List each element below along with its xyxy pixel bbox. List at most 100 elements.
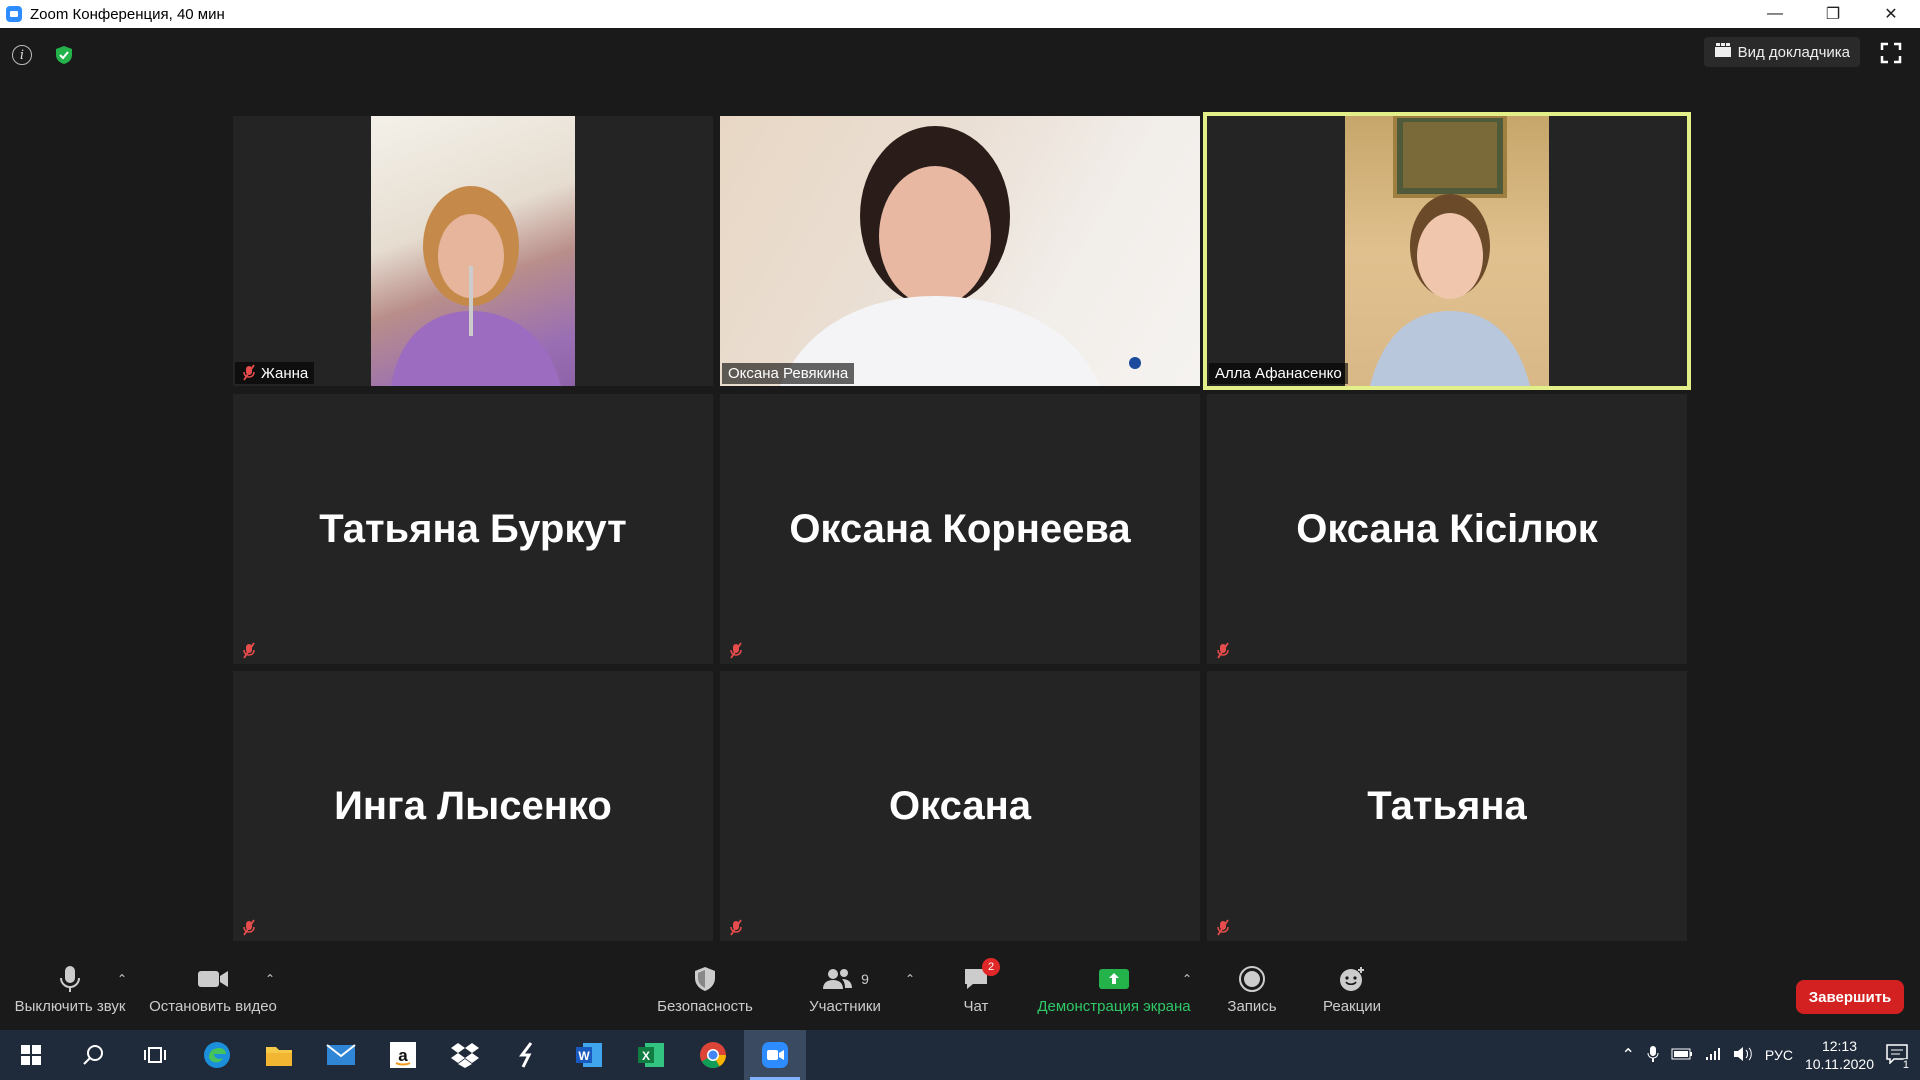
chat-button[interactable]: 2 Чат (950, 958, 1002, 1015)
speaker-view-label: Вид докладчика (1737, 43, 1850, 61)
participant-tile[interactable]: Оксана Ревякина (720, 116, 1200, 386)
mute-button[interactable]: Выключить звук (12, 960, 128, 1015)
chat-label: Чат (963, 998, 989, 1015)
security-label: Безопасность (657, 998, 753, 1015)
fullscreen-icon[interactable] (1880, 42, 1902, 64)
dropbox-icon[interactable] (434, 1030, 496, 1080)
app-s-icon[interactable] (496, 1030, 558, 1080)
security-button[interactable]: Безопасность (655, 960, 755, 1015)
participant-video (720, 116, 1200, 386)
video-options-caret-icon[interactable]: ⌃ (265, 972, 275, 986)
participant-label (235, 917, 263, 939)
video-camera-icon (197, 960, 229, 998)
mic-muted-icon (243, 364, 255, 381)
end-meeting-button[interactable]: Завершить (1796, 980, 1904, 1014)
mic-muted-icon (1217, 919, 1229, 936)
meeting-toolbar: Выключить звук ⌃ Остановить видео ⌃ Безо… (0, 958, 1920, 1030)
participant-tile[interactable]: Оксана (720, 671, 1200, 941)
reactions-smiley-icon (1338, 960, 1366, 998)
participant-video (371, 116, 575, 386)
participant-tile[interactable]: Жанна (233, 116, 713, 386)
mail-icon[interactable] (310, 1030, 372, 1080)
speaker-view-button[interactable]: Вид докладчика (1703, 37, 1860, 67)
participants-button[interactable]: 9 Участники (800, 960, 890, 1015)
stop-video-label: Остановить видео (149, 998, 277, 1015)
stop-video-button[interactable]: Остановить видео (148, 960, 278, 1015)
chat-icon: 2 (962, 958, 1000, 998)
word-icon[interactable]: W (558, 1030, 620, 1080)
volume-icon[interactable] (1733, 1046, 1753, 1065)
record-icon (1238, 960, 1266, 998)
share-options-caret-icon[interactable]: ⌃ (1182, 972, 1192, 986)
zoom-taskbar-icon[interactable] (744, 1030, 806, 1080)
participant-name: Алла Афанасенко (1215, 365, 1342, 382)
speaker-view-icon (1714, 42, 1732, 62)
share-screen-label: Демонстрация экрана (1037, 998, 1191, 1015)
participant-tile[interactable]: Татьяна Буркут (233, 394, 713, 664)
mute-label: Выключить звук (14, 998, 126, 1015)
participants-count: 9 (861, 971, 869, 987)
record-button[interactable]: Запись (1220, 960, 1284, 1015)
windows-taskbar: a W X ⌃ РУС 12:13 10.11.2020 1 (0, 1030, 1920, 1080)
participant-label: Алла Афанасенко (1209, 363, 1348, 384)
participant-name-large: Оксана (889, 783, 1031, 828)
tray-overflow-chevron-icon[interactable]: ⌃ (1622, 1045, 1635, 1065)
mic-muted-icon (730, 919, 742, 936)
participant-label: Жанна (235, 362, 315, 384)
zoom-app-icon (6, 6, 22, 22)
participant-label (235, 640, 263, 662)
chat-unread-badge: 2 (982, 958, 1000, 976)
share-screen-button[interactable]: Демонстрация экрана (1030, 960, 1198, 1015)
restore-button[interactable]: ❐ (1804, 0, 1862, 28)
network-signal-icon[interactable] (1705, 1047, 1721, 1064)
share-screen-icon (1098, 960, 1130, 998)
minimize-button[interactable]: — (1746, 0, 1804, 28)
search-icon[interactable] (62, 1030, 124, 1080)
input-language[interactable]: РУС (1765, 1047, 1793, 1063)
record-label: Запись (1227, 998, 1277, 1015)
task-view-icon[interactable] (124, 1030, 186, 1080)
mic-muted-icon (243, 919, 255, 936)
excel-icon[interactable]: X (620, 1030, 682, 1080)
participant-label (1209, 640, 1237, 662)
system-tray: ⌃ РУС 12:13 10.11.2020 1 (1616, 1030, 1920, 1080)
notifications-icon[interactable]: 1 (1886, 1043, 1912, 1071)
microphone-tray-icon[interactable] (1647, 1045, 1659, 1066)
participant-name-large: Оксана Кісілюк (1296, 506, 1598, 551)
participants-options-caret-icon[interactable]: ⌃ (905, 972, 915, 986)
edge-browser-icon[interactable] (186, 1030, 248, 1080)
mic-muted-icon (243, 642, 255, 659)
windows-start-icon[interactable] (0, 1030, 62, 1080)
reactions-button[interactable]: Реакции (1318, 960, 1386, 1015)
participant-tile[interactable]: Татьяна (1207, 671, 1687, 941)
audio-options-caret-icon[interactable]: ⌃ (117, 972, 127, 986)
security-shield-icon (693, 960, 717, 998)
chrome-icon[interactable] (682, 1030, 744, 1080)
window-titlebar: Zoom Конференция, 40 мин — ❐ ✕ (0, 0, 1920, 28)
encryption-shield-icon[interactable] (52, 43, 76, 67)
participants-label: Участники (809, 998, 881, 1015)
participant-label (722, 640, 750, 662)
participant-name-large: Татьяна Буркут (319, 506, 627, 551)
participant-name-large: Инга Лысенко (334, 783, 612, 828)
svg-text:X: X (642, 1049, 650, 1063)
mic-muted-icon (730, 642, 742, 659)
clock-date: 10.11.2020 (1804, 1056, 1874, 1072)
participant-tile-active-speaker[interactable]: Алла Афанасенко (1203, 112, 1691, 390)
battery-icon[interactable] (1671, 1047, 1693, 1063)
participant-tile[interactable]: Оксана Кісілюк (1207, 394, 1687, 664)
clock[interactable]: 12:13 10.11.2020 (1805, 1037, 1874, 1073)
participant-tile[interactable]: Инга Лысенко (233, 671, 713, 941)
notifications-count: 1 (1899, 1058, 1912, 1071)
participant-name: Жанна (261, 364, 309, 382)
participant-name-large: Оксана Корнеева (789, 506, 1131, 551)
close-button[interactable]: ✕ (1862, 0, 1920, 28)
window-title: Zoom Конференция, 40 мин (30, 5, 225, 23)
meeting-info-icon[interactable]: i (12, 45, 32, 65)
file-explorer-icon[interactable] (248, 1030, 310, 1080)
participant-label: Оксана Ревякина (722, 363, 855, 384)
reactions-label: Реакции (1323, 998, 1381, 1015)
participant-video (1345, 116, 1549, 386)
amazon-icon[interactable]: a (372, 1030, 434, 1080)
participant-tile[interactable]: Оксана Корнеева (720, 394, 1200, 664)
